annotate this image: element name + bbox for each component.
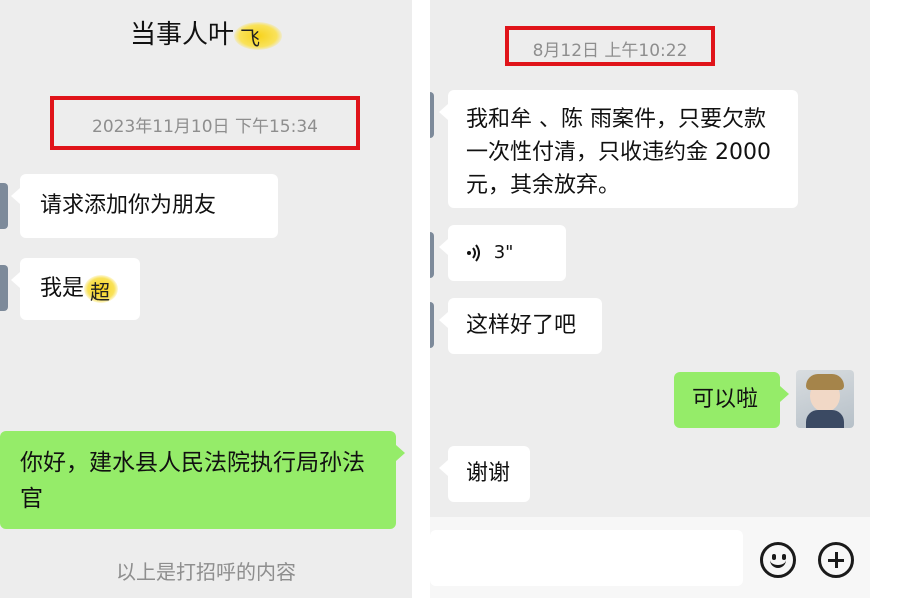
message-text: 我和牟 、陈 雨案件，只要欠款一次性付清，只收违约金 2000 元，其余放弃。 [466, 107, 771, 198]
message-text: 请求添加你为朋友 [40, 193, 217, 218]
avatar[interactable] [430, 92, 434, 138]
avatar[interactable] [430, 302, 434, 348]
avatar[interactable] [0, 183, 8, 229]
chat-title-text: 当事人叶 [129, 20, 234, 50]
message-bubble[interactable]: 这样好了吧 [439, 298, 602, 354]
emoji-icon[interactable] [760, 542, 796, 578]
message-text: 这样好了吧 [466, 313, 577, 338]
avatar[interactable] [430, 232, 434, 278]
input-bar [430, 517, 870, 598]
message-text: 我是 [40, 276, 85, 301]
message-input[interactable] [430, 530, 743, 586]
message-bubble[interactable]: 我和牟 、陈 雨案件，只要欠款一次性付清，只收违约金 2000 元，其余放弃。 [439, 90, 798, 208]
message-text: 可以啦 [692, 387, 759, 412]
right-chat-screenshot: 8月12日 上午10:22 我和牟 、陈 雨案件，只要欠款一次性付清，只收违约金… [430, 0, 870, 598]
avatar[interactable] [0, 265, 8, 311]
plus-icon[interactable] [818, 542, 854, 578]
voice-duration: 3" [493, 242, 514, 263]
redaction-scribble: 超 [84, 275, 119, 304]
message-bubble[interactable]: 谢谢 [439, 446, 530, 502]
timestamp: 2023年11月10日 下午15:34 [92, 117, 318, 137]
message-bubble[interactable]: 我是超 [11, 258, 140, 320]
timestamp: 8月12日 上午10:22 [532, 41, 688, 61]
redaction-scribble: 飞 [234, 21, 282, 50]
message-bubble-outgoing[interactable]: 可以啦 [674, 372, 789, 428]
voice-message[interactable]: 3" [439, 225, 566, 281]
message-bubble-outgoing[interactable]: 你好，建水县人民法院执行局孙法官 [0, 431, 405, 529]
message-text: 谢谢 [466, 461, 511, 486]
chat-title: 当事人叶飞 [0, 14, 412, 51]
message-text: 你好，建水县人民法院执行局孙法官 [20, 450, 365, 512]
left-chat-screenshot: 当事人叶飞 2023年11月10日 下午15:34 请求添加你为朋友 我是超 你… [0, 0, 412, 598]
avatar[interactable] [796, 370, 854, 428]
footnote: 以上是打招呼的内容 [116, 560, 296, 584]
message-bubble[interactable]: 请求添加你为朋友 [11, 174, 278, 238]
voice-icon [467, 244, 480, 262]
